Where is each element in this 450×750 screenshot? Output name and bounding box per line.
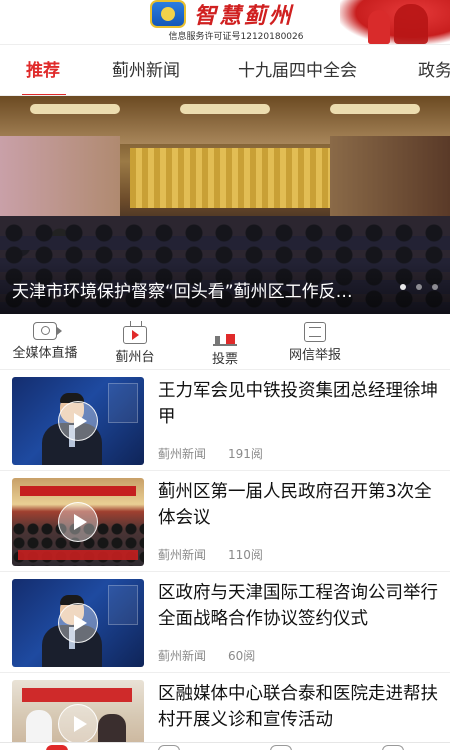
news-thumbnail[interactable] — [12, 478, 144, 566]
play-icon[interactable] — [58, 704, 98, 744]
quicknav-vote[interactable]: 投票 — [180, 320, 270, 367]
news-views: 110阅 — [228, 548, 263, 562]
tab-fourth-plenum[interactable]: 十九届四中全会 — [238, 45, 357, 95]
header-decoration — [340, 0, 450, 44]
home-tab-icon[interactable] — [46, 745, 68, 750]
news-source: 蓟州新闻 — [158, 649, 207, 663]
tab-government[interactable]: 政务 — [418, 45, 450, 95]
news-title[interactable]: 蓟州区第一届人民政府召开第3次全体会议 — [158, 479, 440, 531]
app-header: 智慧蓟州 信息服务许可证号12120180026 — [0, 0, 450, 44]
quicknav-live[interactable]: 全媒体直播 — [0, 320, 90, 361]
news-thumbnail[interactable] — [12, 680, 144, 750]
news-list: 王力军会见中铁投资集团总经理徐坤甲 蓟州新闻 191阅 蓟州区第一届人民政府召开第… — [0, 370, 450, 750]
quicknav-report[interactable]: 网信举报 — [270, 320, 360, 363]
news-meta: 蓟州新闻 110阅 — [158, 546, 263, 563]
tab-recommend[interactable]: 推荐 — [26, 45, 60, 95]
news-title[interactable]: 王力军会见中铁投资集团总经理徐坤甲 — [158, 378, 440, 430]
news-title[interactable]: 区政府与天津国际工程咨询公司举行全面战略合作协议签约仪式 — [158, 580, 440, 632]
app-logo: 智慧蓟州 — [150, 0, 320, 30]
report-list-icon — [304, 322, 326, 342]
news-views: 191阅 — [228, 447, 263, 461]
tab-jizhou-news[interactable]: 蓟州新闻 — [112, 45, 180, 95]
news-meta: 蓟州新闻 60阅 — [158, 647, 255, 664]
news-item[interactable]: 蓟州区第一届人民政府召开第3次全体会议 蓟州新闻 110阅 — [0, 471, 450, 572]
bottom-nav — [0, 742, 450, 750]
carousel-dot[interactable] — [415, 284, 422, 290]
app-logo-icon — [150, 0, 186, 28]
carousel-indicators — [395, 275, 438, 294]
nav-tab-icon[interactable] — [382, 745, 404, 750]
news-source: 蓟州新闻 — [158, 447, 207, 461]
news-meta: 蓟州新闻 191阅 — [158, 445, 263, 462]
news-item[interactable]: 区融媒体中心联合泰和医院走进帮扶村开展义诊和宣传活动 — [0, 673, 450, 750]
nav-tab-icon[interactable] — [270, 745, 292, 750]
channel-tabs: 推荐 蓟州新闻 十九届四中全会 政务 — [0, 44, 450, 96]
tv-icon — [123, 326, 147, 344]
news-source: 蓟州新闻 — [158, 548, 207, 562]
carousel-dot[interactable] — [432, 284, 438, 290]
play-icon[interactable] — [58, 502, 98, 542]
quicknav-tv[interactable]: 蓟州台 — [90, 320, 180, 365]
news-item[interactable]: 王力军会见中铁投资集团总经理徐坤甲 蓟州新闻 191阅 — [0, 370, 450, 471]
play-icon[interactable] — [58, 603, 98, 643]
app-name: 智慧蓟州 — [194, 3, 295, 29]
play-icon[interactable] — [58, 401, 98, 441]
nav-tab-icon[interactable] — [158, 745, 180, 750]
vote-chart-icon — [213, 330, 237, 346]
carousel-caption[interactable]: 天津市环境保护督察“回头看”蓟州区工作反… — [12, 277, 382, 302]
quick-nav: 全媒体直播 蓟州台 投票 网信举报 — [0, 314, 450, 370]
news-thumbnail[interactable] — [12, 579, 144, 667]
news-title[interactable]: 区融媒体中心联合泰和医院走进帮扶村开展义诊和宣传活动 — [158, 681, 440, 733]
news-item[interactable]: 区政府与天津国际工程咨询公司举行全面战略合作协议签约仪式 蓟州新闻 60阅 — [0, 572, 450, 673]
news-views: 60阅 — [228, 649, 256, 663]
news-thumbnail[interactable] — [12, 377, 144, 465]
live-camera-icon — [33, 322, 62, 340]
carousel-dot[interactable] — [399, 284, 406, 290]
headline-carousel[interactable]: 天津市环境保护督察“回头看”蓟州区工作反… — [0, 96, 450, 314]
